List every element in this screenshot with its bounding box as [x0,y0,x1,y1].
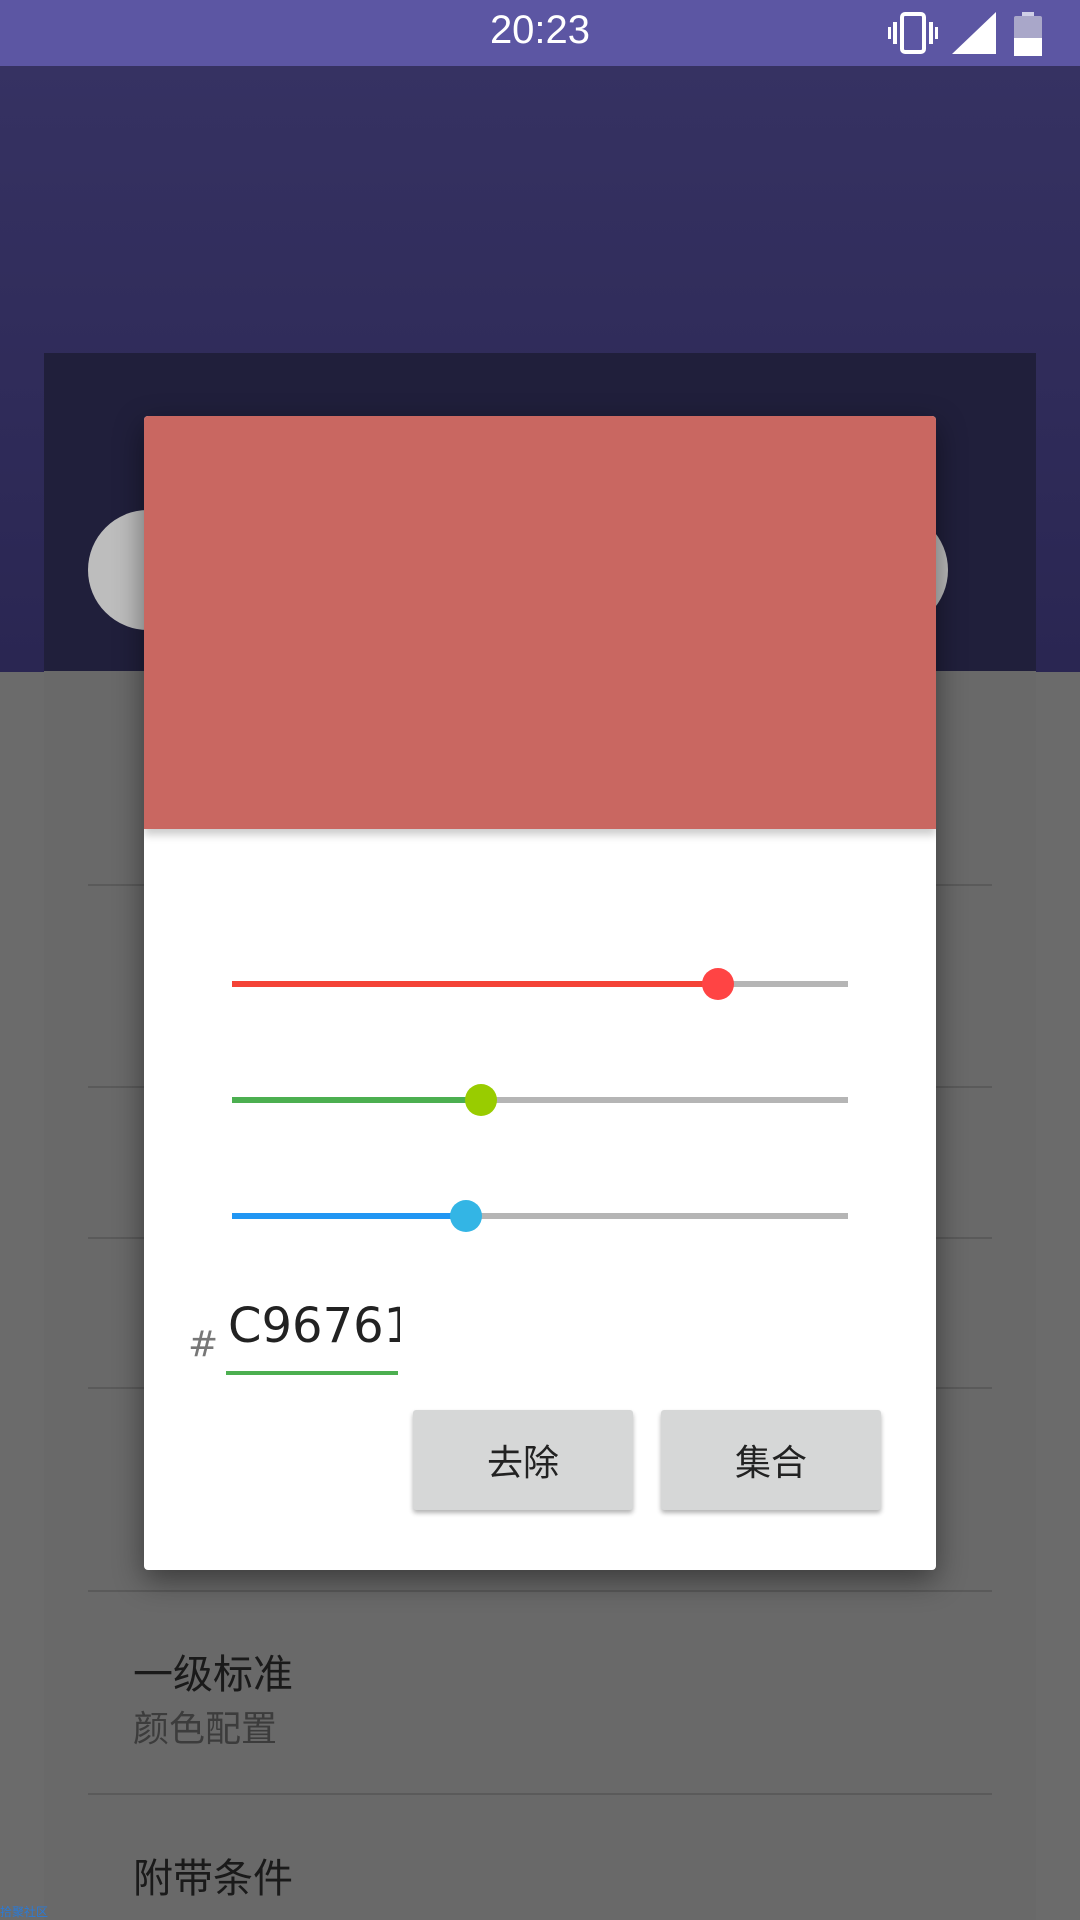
blue-slider[interactable] [232,1196,848,1236]
battery-icon [1014,12,1042,56]
blue-slider-thumb[interactable] [450,1200,483,1232]
divider [88,1793,992,1795]
blue-slider-fill [232,1213,467,1219]
color-preview [144,416,936,829]
green-slider[interactable] [232,1080,848,1120]
color-picker-dialog: # 去除 集合 [144,416,936,1570]
confirm-button[interactable]: 集合 [661,1410,881,1510]
red-slider-fill [232,981,718,987]
hex-input[interactable] [226,1296,400,1356]
list-item-title: 一级标准 [133,1652,293,1698]
hex-underline [226,1371,398,1375]
green-slider-thumb[interactable] [464,1084,497,1116]
red-slider[interactable] [232,964,848,1004]
list-item-title: 附带条件 [133,1856,293,1902]
hex-prefix: # [188,1324,219,1365]
cancel-button[interactable]: 去除 [413,1410,633,1510]
list-item-subtitle: 颜色配置 [133,1709,278,1750]
red-slider-thumb[interactable] [701,968,734,1000]
vibrate-icon [888,12,938,54]
status-bar: 20:23 [0,0,1080,66]
divider [88,1590,992,1592]
cell-signal-icon [952,12,996,54]
green-slider-fill [232,1097,481,1103]
watermark: 拾聚社区 [0,1905,49,1919]
